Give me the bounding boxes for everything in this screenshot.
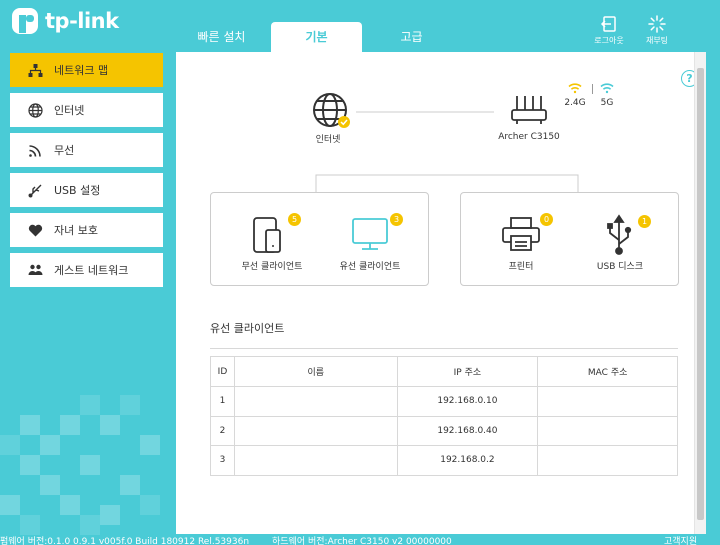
band-5ghz-label: 5G [600, 98, 614, 108]
wired-clients-section-title: 유선 클라이언트 [210, 322, 285, 335]
cell-id: 1 [210, 386, 235, 417]
tp-link-logo-icon [12, 8, 38, 34]
cell-mac [537, 415, 678, 446]
wifi-24ghz-icon [568, 83, 582, 94]
column-header-id: ID [210, 356, 235, 387]
wireless-clients-count-badge: 5 [288, 213, 301, 226]
usb-disk-count-badge: 1 [638, 215, 651, 228]
sidebar-item-usb-settings[interactable]: USB 설정 [10, 173, 163, 207]
heart-icon [28, 224, 43, 236]
tab-basic[interactable]: 기본 [271, 22, 362, 52]
sidebar-item-guest-network[interactable]: 게스트 네트워크 [10, 253, 163, 287]
cell-ip: 192.168.0.40 [396, 415, 539, 446]
cell-name [233, 415, 398, 446]
main-tabs: 빠른 설치 기본 고급 [176, 22, 466, 52]
footer: 펌웨어 버전:0.1.0 0.9.1 v005f.0 Build 180912 … [0, 534, 720, 545]
sidebar-item-label: USB 설정 [54, 184, 101, 197]
wireless-clients-label: 무선 클라이언트 [241, 262, 303, 272]
router-icon[interactable] [509, 92, 549, 126]
usb-icon [28, 184, 42, 197]
sidebar-item-label: 네트워크 맵 [54, 64, 109, 77]
column-header-mac: MAC 주소 [537, 356, 678, 387]
logo-text: tp-link [45, 9, 119, 33]
printer-icon[interactable] [501, 216, 541, 254]
wired-clients-table: ID 이름 IP 주소 MAC 주소 1 192.168.0.10 2 192.… [210, 356, 678, 476]
cell-name [233, 386, 398, 417]
tab-quick-setup[interactable]: 빠른 설치 [176, 22, 267, 52]
usb-disk-icon[interactable] [606, 214, 632, 256]
wireless-clients-icon[interactable] [252, 216, 286, 256]
internet-globe-icon [313, 93, 350, 128]
support-link[interactable]: 고객지원 [664, 534, 697, 545]
reboot-label: 재부팅 [645, 36, 669, 45]
sidebar-item-label: 무선 [54, 144, 75, 157]
printer-label: 프린터 [508, 262, 534, 272]
sidebar-item-label: 자녀 보호 [54, 224, 98, 237]
wifi-5ghz-icon [600, 83, 614, 94]
guest-icon [28, 264, 43, 275]
tp-link-logo: tp-link [10, 6, 119, 36]
table-row: 3 192.168.0.2 [210, 445, 678, 476]
cell-ip: 192.168.0.10 [396, 386, 539, 417]
logout-button[interactable]: 로그아웃 [587, 15, 631, 46]
cell-ip: 192.168.0.2 [396, 445, 539, 476]
sidebar-item-parental-controls[interactable]: 자녀 보호 [10, 213, 163, 247]
scrollbar-thumb[interactable] [697, 68, 704, 520]
wired-clients-label: 유선 클라이언트 [339, 262, 401, 272]
network-map-icon [28, 63, 43, 77]
usb-disk-label: USB 디스크 [596, 262, 644, 272]
cell-name [233, 445, 398, 476]
sidebar-item-network-map[interactable]: 네트워크 맵 [10, 53, 163, 87]
reboot-button[interactable]: 재부팅 [635, 15, 679, 46]
wireless-icon [29, 144, 41, 157]
cell-mac [537, 445, 678, 476]
tab-advanced[interactable]: 고급 [366, 22, 457, 52]
reboot-icon [648, 15, 666, 33]
router-label: Archer C3150 [498, 132, 560, 142]
background-pattern [0, 395, 160, 535]
printer-count-badge: 0 [540, 213, 553, 226]
wired-clients-count-badge: 3 [390, 213, 403, 226]
logout-label: 로그아웃 [594, 36, 624, 45]
band-24ghz-label: 2.4G [564, 98, 586, 108]
sidebar-item-wireless[interactable]: 무선 [10, 133, 163, 167]
internet-label: 인터넷 [315, 135, 341, 145]
client-bracket [315, 174, 579, 192]
main-panel: ? 인터넷 Archer C3150 2.4G 5G 5 무선 클라이언트 3 … [176, 52, 706, 534]
sidebar-item-label: 인터넷 [54, 104, 85, 117]
wired-clients-icon[interactable] [351, 217, 391, 253]
scrollbar[interactable] [694, 52, 706, 534]
logout-icon [600, 16, 616, 32]
sidebar: 네트워크 맵 인터넷 무선 USB 설정 자녀 보호 게스트 네트워크 [10, 53, 163, 293]
firmware-version: 펌웨어 버전:0.1.0 0.9.1 v005f.0 Build 180912 … [0, 537, 250, 545]
section-divider [210, 348, 678, 349]
table-header-row: ID 이름 IP 주소 MAC 주소 [210, 356, 678, 387]
cell-mac [537, 386, 678, 417]
band-divider [592, 84, 593, 94]
column-header-name: 이름 [233, 356, 398, 387]
table-row: 2 192.168.0.40 [210, 415, 678, 446]
table-row: 1 192.168.0.10 [210, 386, 678, 417]
hardware-version: 하드웨어 버전:Archer C3150 v2 00000000 [272, 537, 452, 545]
column-header-ip: IP 주소 [396, 356, 539, 387]
cell-id: 3 [210, 445, 235, 476]
globe-icon [28, 102, 43, 118]
sidebar-item-label: 게스트 네트워크 [54, 264, 129, 277]
sidebar-item-internet[interactable]: 인터넷 [10, 93, 163, 127]
cell-id: 2 [210, 415, 235, 446]
